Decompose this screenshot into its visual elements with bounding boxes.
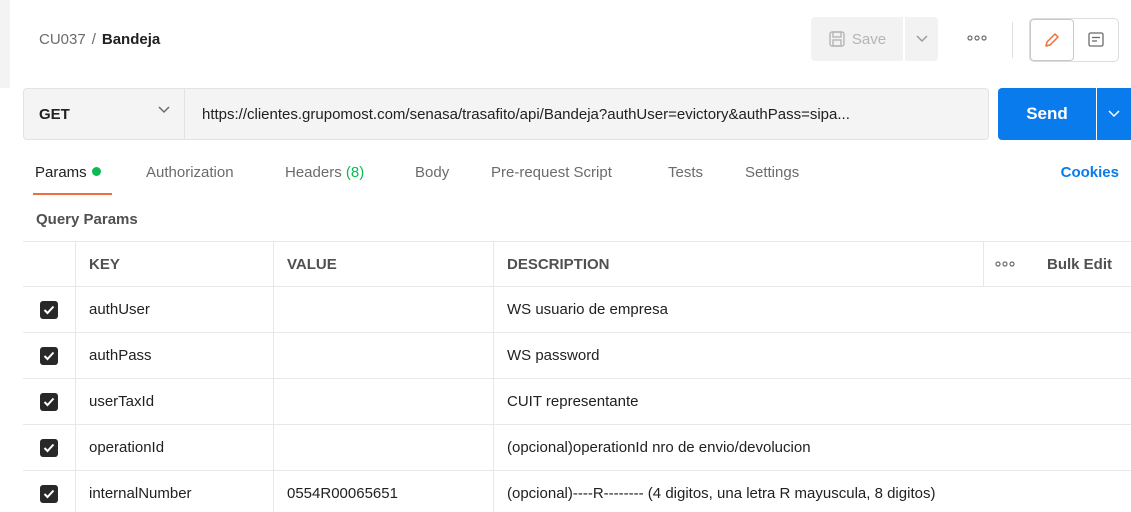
param-description[interactable]: WS password bbox=[493, 333, 1131, 378]
row-checkbox[interactable] bbox=[23, 379, 75, 424]
table-row: internalNumber 0554R00065651 (opcional)-… bbox=[23, 471, 1131, 512]
table-row: authPass WS password bbox=[23, 333, 1131, 379]
request-header: CU037 / Bandeja Save bbox=[0, 0, 1131, 78]
bulk-edit-link[interactable]: Bulk Edit bbox=[1025, 242, 1131, 286]
table-header-row: KEY VALUE DESCRIPTION Bulk Edit bbox=[23, 241, 1131, 287]
save-options-button[interactable] bbox=[905, 17, 938, 61]
tab-authorization[interactable]: Authorization bbox=[146, 164, 234, 181]
save-group: Save bbox=[811, 17, 938, 61]
query-params-title: Query Params bbox=[36, 211, 138, 228]
table-row: operationId (opcional)operationId nro de… bbox=[23, 425, 1131, 471]
tab-params-label: Params bbox=[35, 164, 87, 181]
send-group: Send bbox=[998, 88, 1131, 140]
table-row: userTaxId CUIT representante bbox=[23, 379, 1131, 425]
method-select[interactable]: GET bbox=[23, 88, 185, 140]
row-checkbox[interactable] bbox=[23, 471, 75, 512]
column-key: KEY bbox=[75, 242, 273, 286]
more-icon bbox=[967, 35, 987, 41]
select-column-header bbox=[23, 242, 75, 286]
url-text: https://clientes.grupomost.com/senasa/tr… bbox=[202, 105, 850, 123]
cookies-link[interactable]: Cookies bbox=[1061, 164, 1119, 181]
save-icon bbox=[829, 31, 845, 47]
row-checkbox[interactable] bbox=[23, 333, 75, 378]
save-label: Save bbox=[851, 30, 887, 48]
param-key[interactable]: userTaxId bbox=[75, 379, 273, 424]
method-label: GET bbox=[39, 105, 70, 123]
checkbox-checked-icon bbox=[43, 443, 55, 452]
comment-icon bbox=[1088, 32, 1104, 47]
param-key[interactable]: authPass bbox=[75, 333, 273, 378]
save-button[interactable]: Save bbox=[811, 17, 903, 61]
param-description[interactable]: WS usuario de empresa bbox=[493, 287, 1131, 332]
param-value[interactable] bbox=[273, 287, 493, 332]
row-checkbox[interactable] bbox=[23, 287, 75, 332]
param-value[interactable] bbox=[273, 333, 493, 378]
tab-tests[interactable]: Tests bbox=[668, 164, 703, 181]
table-row: authUser WS usuario de empresa bbox=[23, 287, 1131, 333]
more-actions-button[interactable] bbox=[966, 28, 988, 48]
tab-headers[interactable]: Headers (8) bbox=[285, 164, 364, 181]
edit-button[interactable] bbox=[1030, 19, 1074, 61]
row-checkbox[interactable] bbox=[23, 425, 75, 470]
breadcrumb: CU037 / Bandeja bbox=[39, 31, 160, 48]
active-tab-underline bbox=[33, 193, 112, 195]
param-key[interactable]: operationId bbox=[75, 425, 273, 470]
breadcrumb-separator: / bbox=[91, 31, 96, 48]
send-options-button[interactable] bbox=[1097, 88, 1131, 140]
pencil-icon bbox=[1045, 33, 1059, 47]
column-value: VALUE bbox=[273, 242, 493, 286]
chevron-down-icon bbox=[158, 106, 170, 114]
param-key[interactable]: internalNumber bbox=[75, 471, 273, 512]
checkbox-checked-icon bbox=[43, 397, 55, 406]
tab-settings[interactable]: Settings bbox=[745, 164, 799, 181]
column-options-button[interactable] bbox=[983, 242, 1025, 286]
comments-button[interactable] bbox=[1074, 19, 1118, 61]
param-key[interactable]: authUser bbox=[75, 287, 273, 332]
param-description[interactable]: (opcional)operationId nro de envio/devol… bbox=[493, 425, 1131, 470]
tab-params[interactable]: Params bbox=[35, 164, 101, 181]
param-value[interactable] bbox=[273, 379, 493, 424]
tab-pre-request-script[interactable]: Pre-request Script bbox=[491, 164, 612, 181]
view-toggle bbox=[1029, 18, 1119, 62]
param-description[interactable]: (opcional)----R-------- (4 digitos, una … bbox=[493, 471, 1131, 512]
checkbox-checked-icon bbox=[43, 489, 55, 498]
tab-headers-label: Headers bbox=[285, 164, 342, 181]
send-button[interactable]: Send bbox=[998, 88, 1096, 140]
request-tabs: Params Authorization Headers (8) Body Pr… bbox=[0, 160, 1131, 198]
checkbox-checked-icon bbox=[43, 351, 55, 360]
chevron-down-icon bbox=[915, 35, 928, 43]
tab-body[interactable]: Body bbox=[415, 164, 449, 181]
url-input[interactable]: https://clientes.grupomost.com/senasa/tr… bbox=[185, 88, 989, 140]
headers-count: (8) bbox=[345, 164, 365, 181]
query-params-table: KEY VALUE DESCRIPTION Bulk Edit authUser… bbox=[23, 241, 1131, 512]
param-value[interactable]: 0554R00065651 bbox=[273, 471, 493, 512]
column-description: DESCRIPTION bbox=[493, 242, 983, 286]
more-icon bbox=[994, 261, 1015, 267]
chevron-down-icon bbox=[1108, 110, 1120, 118]
request-name[interactable]: Bandeja bbox=[102, 31, 160, 48]
param-value[interactable] bbox=[273, 425, 493, 470]
active-params-indicator bbox=[91, 167, 101, 176]
header-divider bbox=[1012, 22, 1013, 58]
breadcrumb-collection[interactable]: CU037 bbox=[39, 31, 86, 48]
checkbox-checked-icon bbox=[43, 305, 55, 314]
param-description[interactable]: CUIT representante bbox=[493, 379, 1131, 424]
